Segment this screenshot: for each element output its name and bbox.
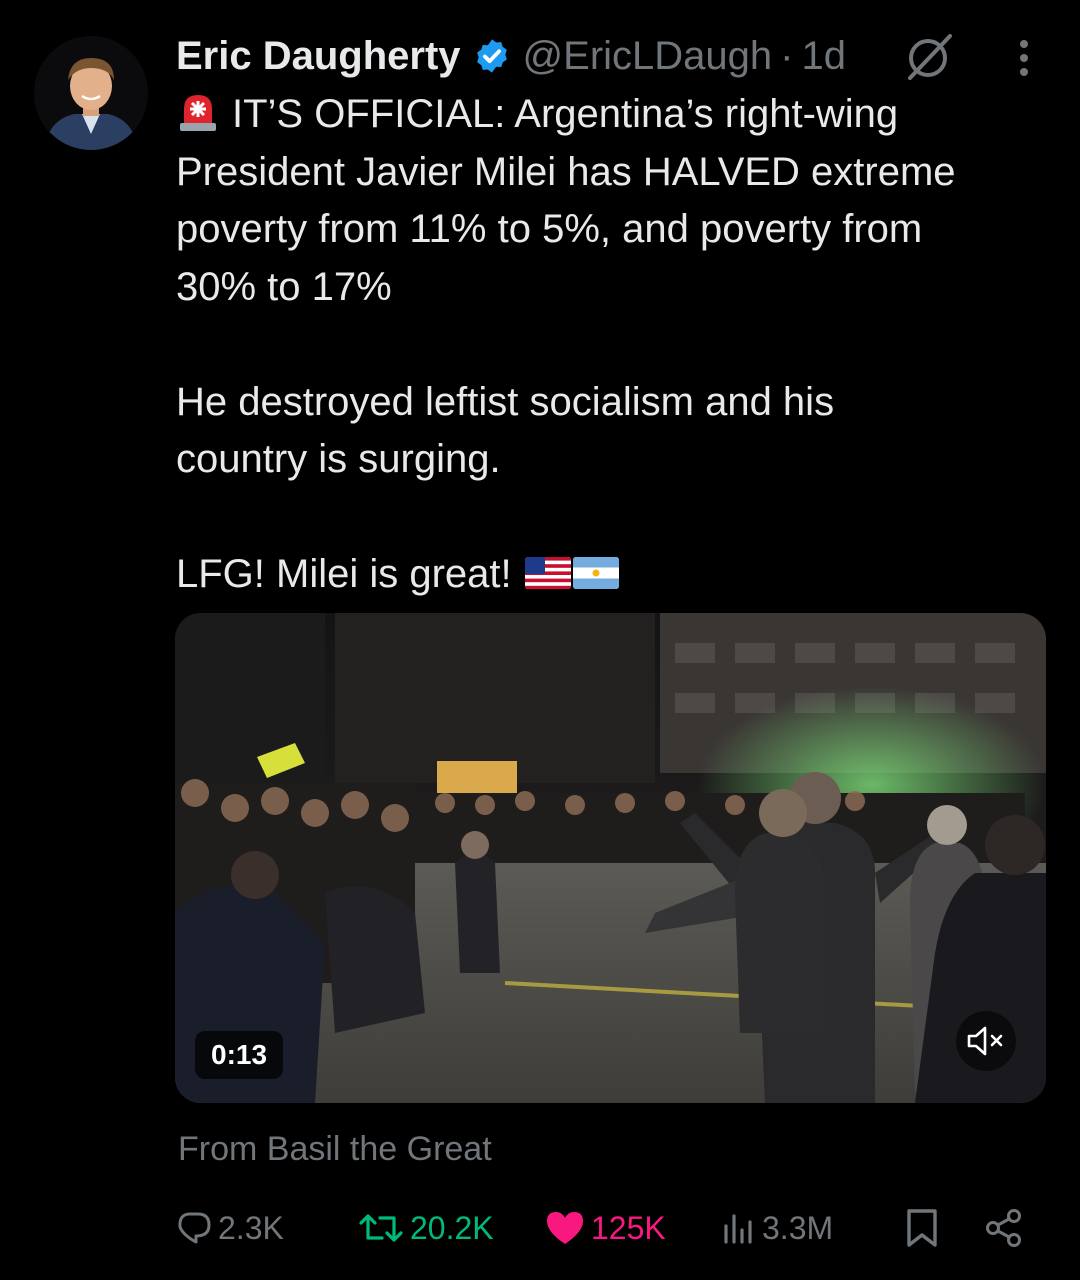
views-button[interactable]: 3.3M <box>722 1200 833 1256</box>
verified-badge-icon <box>476 39 507 73</box>
views-count: 3.3M <box>762 1209 834 1246</box>
tweet-line-text: IT’S OFFICIAL: Argentina’s right-wing <box>232 92 899 136</box>
avatar-image <box>34 36 148 150</box>
views-icon <box>724 1214 752 1244</box>
video-player[interactable]: 0:13 <box>175 613 1046 1103</box>
video-duration: 0:13 <box>195 1031 284 1079</box>
tweet-line-3: poverty from 11% to 5%, and poverty from <box>176 207 923 251</box>
bookmark-button[interactable] <box>905 1200 939 1256</box>
repost-button[interactable]: 20.2K <box>358 1200 494 1256</box>
tweet-line-7: LFG! Milei is great! <box>176 546 1036 604</box>
tweet-line-6: country is surging. <box>176 437 501 481</box>
tweet-line-text: LFG! Milei is great! <box>176 552 512 596</box>
more-icon[interactable] <box>1010 38 1038 82</box>
like-count: 125K <box>591 1209 666 1246</box>
share-button[interactable] <box>984 1200 1024 1256</box>
tweet-line-2: President Javier Milei has HALVED extrem… <box>176 149 956 194</box>
tweet-line-4: 30% to 17% <box>176 264 392 309</box>
author-handle[interactable]: @EricLDaugh <box>523 34 773 79</box>
source-attribution[interactable]: From Basil the Great <box>178 1130 492 1169</box>
separator-dot: · <box>780 33 794 78</box>
tweet-header: Eric Daugherty @EricLDaugh · 1d <box>176 30 846 82</box>
reply-button[interactable]: 2.3K <box>176 1200 284 1256</box>
speaker-muted-icon <box>967 1026 1003 1056</box>
argentina-flag-emoji <box>572 557 619 589</box>
repost-icon <box>359 1214 403 1242</box>
siren-emoji <box>180 95 216 131</box>
grok-icon[interactable] <box>902 30 958 82</box>
like-button[interactable]: 125K <box>545 1200 666 1256</box>
repost-count: 20.2K <box>410 1209 494 1246</box>
tweet-line-1: IT’S OFFICIAL: Argentina’s right-wing <box>176 86 1036 144</box>
action-bar: 2.3K 20.2K 125K 3.3M <box>0 1200 1080 1260</box>
share-icon <box>986 1209 1021 1247</box>
us-flag-emoji <box>524 557 571 589</box>
tweet-text: IT’S OFFICIAL: Argentina’s right-wing Pr… <box>176 86 1036 604</box>
author-name[interactable]: Eric Daugherty <box>176 34 461 79</box>
mute-button[interactable] <box>956 1011 1016 1071</box>
reply-icon <box>178 1212 211 1244</box>
avatar[interactable] <box>34 36 148 150</box>
bookmark-icon <box>907 1209 937 1247</box>
reply-count: 2.3K <box>218 1209 284 1246</box>
video-thumbnail <box>175 613 1046 1103</box>
heart-icon <box>547 1212 583 1244</box>
tweet-line-5: He destroyed leftist socialism and his <box>176 379 835 424</box>
timestamp[interactable]: 1d <box>801 34 846 79</box>
